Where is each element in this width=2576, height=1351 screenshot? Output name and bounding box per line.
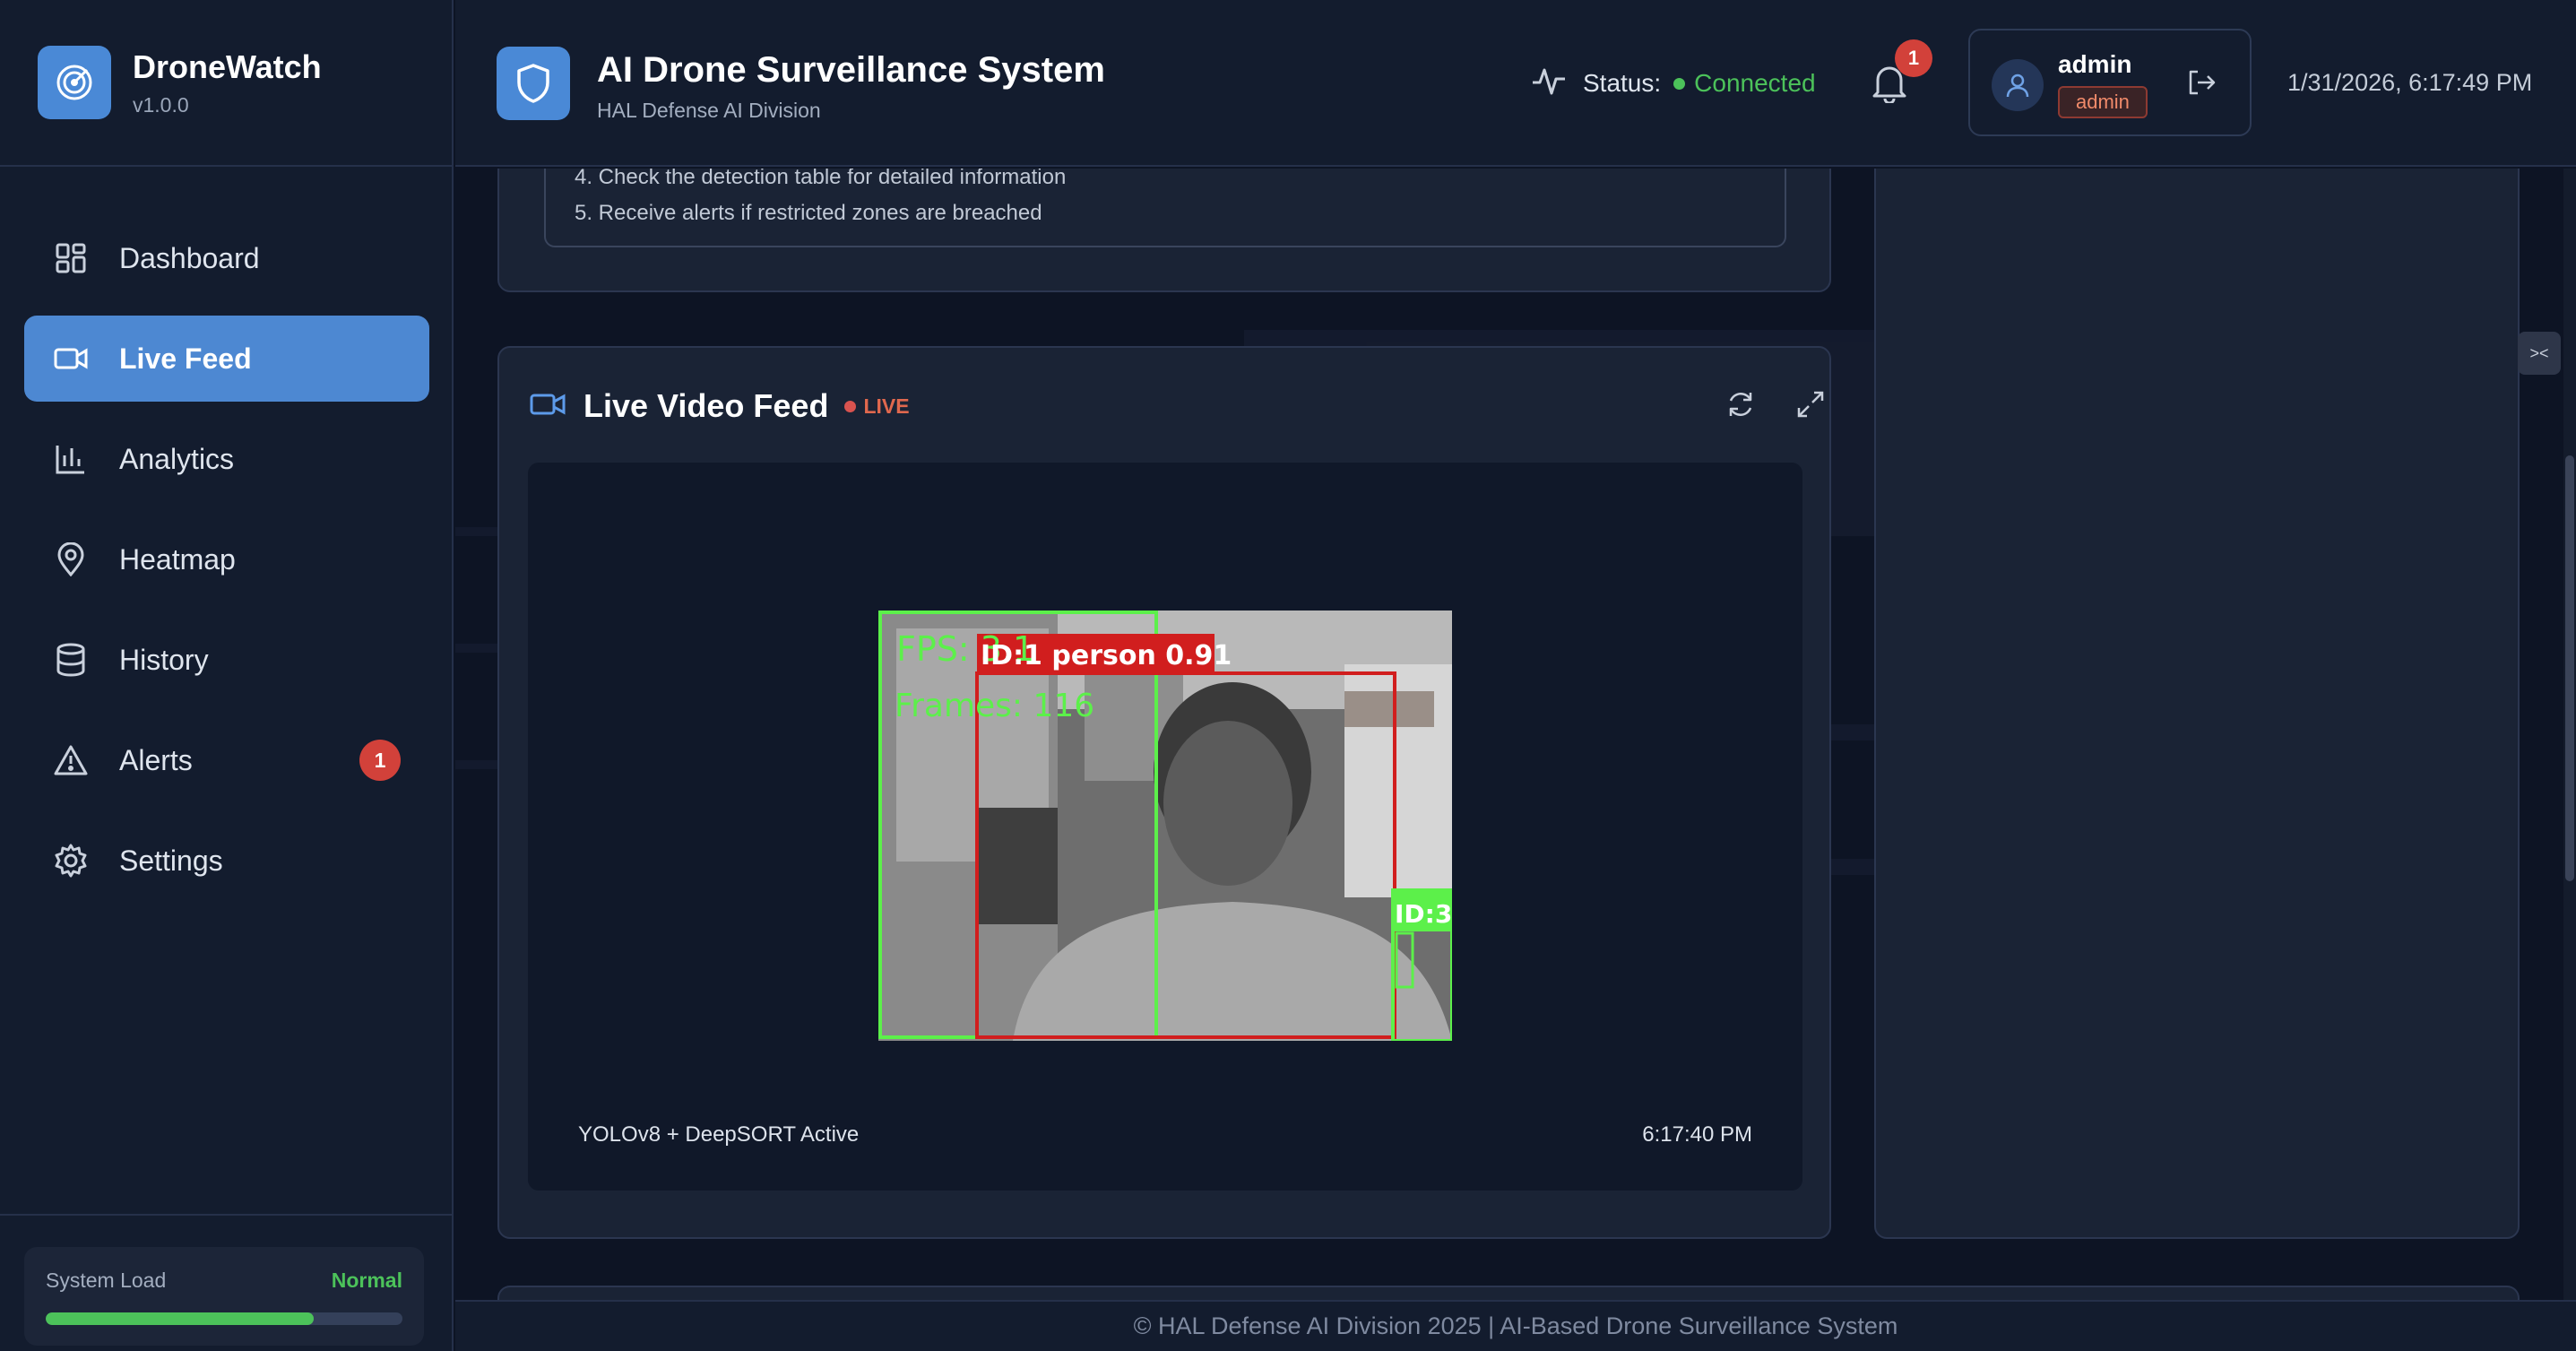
sidebar-item-settings[interactable]: Settings	[24, 818, 429, 904]
user-menu[interactable]: admin admin	[1968, 29, 2252, 136]
sidebar-item-label: Analytics	[119, 442, 235, 475]
notification-count-badge: 1	[1895, 39, 1932, 77]
detection-label-person: ID:1 person 0.91	[981, 640, 1232, 671]
status-label: Status:	[1583, 69, 1662, 97]
video-icon	[53, 341, 89, 377]
top-header: AI Drone Surveillance System HAL Defense…	[455, 0, 2576, 167]
refresh-feed-button[interactable]	[1722, 387, 1759, 425]
sidebar-item-live-feed[interactable]: Live Feed	[24, 316, 429, 402]
page-subtitle: HAL Defense AI Division	[597, 99, 821, 122]
page-title: AI Drone Surveillance System	[597, 50, 1105, 90]
sidebar-item-label: Heatmap	[119, 542, 236, 576]
sidebar-item-label: Live Feed	[119, 342, 252, 375]
live-indicator-dot	[844, 400, 857, 412]
sidebar-item-label: Settings	[119, 844, 223, 877]
map-pin-icon	[53, 541, 89, 577]
instructions-panel: 4. Check the detection table for detaile…	[497, 169, 1831, 292]
user-name: admin	[2058, 50, 2132, 78]
main-scrollbar-thumb[interactable]	[2565, 455, 2574, 881]
sidebar-item-heatmap[interactable]: Heatmap	[24, 516, 429, 602]
sidebar-item-dashboard[interactable]: Dashboard	[24, 215, 429, 301]
collapse-panel-button[interactable]: ><	[2518, 332, 2561, 375]
brand-name: DroneWatch	[133, 48, 322, 85]
status-indicator-dot	[1673, 77, 1686, 90]
system-load-bar-fill	[46, 1312, 314, 1325]
sidebar-item-analytics[interactable]: Analytics	[24, 416, 429, 502]
refresh-icon	[1725, 389, 1756, 424]
detection-label-id3: ID:3	[1395, 899, 1452, 929]
system-load-card: System Load Normal	[24, 1247, 424, 1346]
system-load-label: System Load	[46, 1269, 167, 1292]
shield-icon	[497, 47, 570, 120]
system-load-section: System Load Normal	[0, 1214, 452, 1351]
bar-chart-icon	[53, 441, 89, 477]
video-camera-icon	[530, 391, 566, 422]
logout-button[interactable]	[2183, 66, 2219, 102]
gear-icon	[53, 843, 89, 879]
model-status-text: YOLOv8 + DeepSORT Active	[578, 1122, 860, 1147]
grid-icon	[53, 240, 89, 276]
brand: DroneWatch v1.0.0	[0, 0, 452, 167]
sidebar-item-label: Alerts	[119, 743, 193, 776]
sidebar: DroneWatch v1.0.0 Dashboard Live Feed An…	[0, 0, 454, 1351]
main-content: 4. Check the detection table for detaile…	[455, 169, 2576, 1351]
database-icon	[53, 642, 89, 678]
collapse-arrows-icon: ><	[2529, 343, 2549, 362]
radar-icon	[38, 46, 111, 119]
maximize-icon	[1796, 390, 1825, 423]
sidebar-item-label: History	[119, 643, 209, 676]
feed-title: Live Video Feed	[583, 387, 829, 424]
sidebar-item-history[interactable]: History	[24, 617, 429, 703]
footer-text: © HAL Defense AI Division 2025 | AI-Base…	[1133, 1312, 1898, 1339]
user-role-badge: admin	[2058, 86, 2148, 118]
instruction-item: 4. Check the detection table for detaile…	[575, 169, 1067, 189]
instructions-box: 4. Check the detection table for detaile…	[544, 169, 1786, 247]
status-value: Connected	[1694, 69, 1816, 97]
frames-overlay: Frames: 116	[895, 688, 1094, 724]
sidebar-item-alerts[interactable]: Alerts 1	[24, 717, 429, 803]
system-load-bar	[46, 1312, 402, 1325]
system-load-status: Normal	[331, 1269, 402, 1292]
fullscreen-button[interactable]	[1792, 387, 1829, 425]
logout-icon	[2187, 69, 2216, 100]
current-datetime: 1/31/2026, 6:17:49 PM	[2287, 69, 2533, 96]
detections-side-panel	[1874, 169, 2520, 1239]
warning-icon	[53, 742, 89, 778]
live-video-feed-panel: Live Video Feed LIVE FPS: 3.1 Frames: 11…	[497, 346, 1831, 1239]
frame-timestamp: 6:17:40 PM	[1642, 1122, 1752, 1147]
connection-status: Status: Connected	[1531, 65, 1816, 102]
page-footer: © HAL Defense AI Division 2025 | AI-Base…	[455, 1300, 2576, 1351]
camera-frame: FPS: 3.1 Frames: 116 ID:1 person 0.91 ID…	[878, 611, 1452, 1041]
alerts-count-badge: 1	[359, 740, 401, 781]
brand-version: v1.0.0	[133, 92, 189, 117]
live-badge: LIVE	[863, 394, 910, 418]
user-avatar-icon	[1992, 59, 2044, 111]
instruction-item: 5. Receive alerts if restricted zones ar…	[575, 201, 1042, 225]
sidebar-item-label: Dashboard	[119, 241, 260, 274]
activity-icon	[1531, 66, 1567, 101]
video-area: FPS: 3.1 Frames: 116 ID:1 person 0.91 ID…	[528, 463, 1802, 1191]
